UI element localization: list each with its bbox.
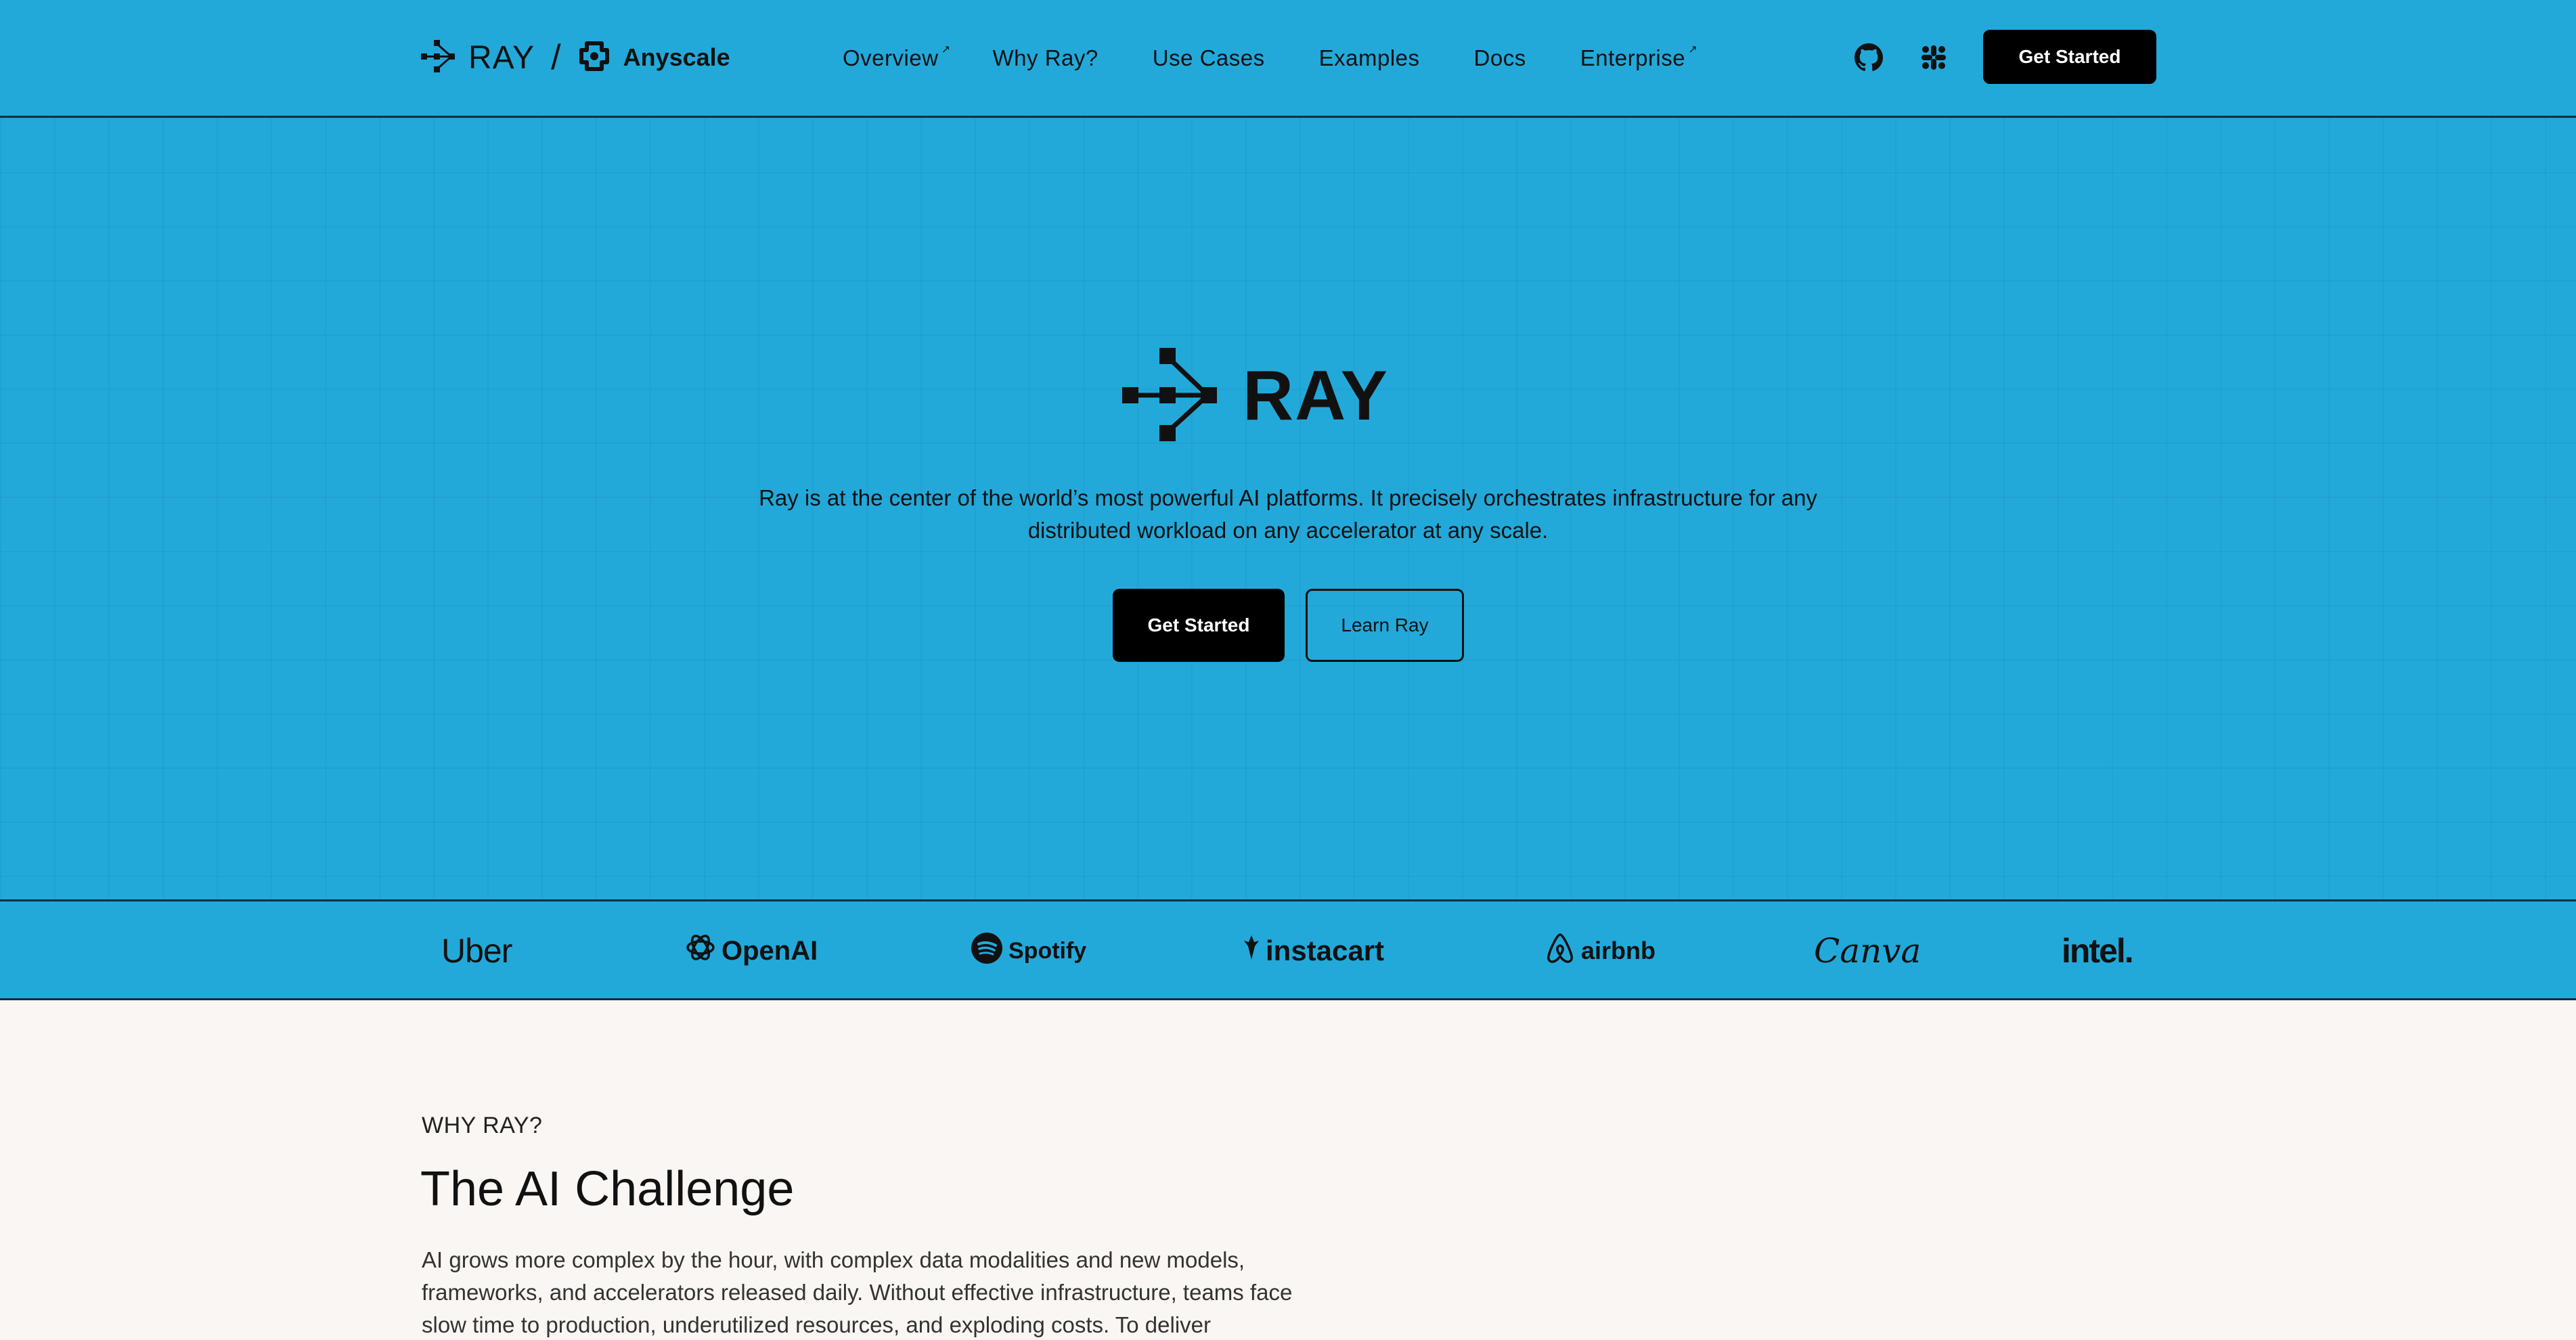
main-nav-links: Overview Why Ray? Use Cases Examples Doc… bbox=[843, 41, 1739, 76]
instacart-logo-text: instacart bbox=[1266, 935, 1385, 966]
nav-link-use-cases[interactable]: Use Cases bbox=[1153, 45, 1265, 71]
ray-logo-icon bbox=[1121, 345, 1220, 447]
spotify-logo-text: Spotify bbox=[1008, 937, 1087, 964]
hero-get-started-button[interactable]: Get Started bbox=[1113, 589, 1285, 662]
section-title: The AI Challenge bbox=[420, 1162, 795, 1216]
brand-lockup[interactable]: RAY / Anyscale bbox=[421, 35, 730, 80]
uber-logo-text: Uber bbox=[441, 932, 512, 970]
uber-logo: Uber bbox=[441, 901, 512, 1000]
anyscale-logo-icon bbox=[577, 39, 611, 76]
nav-link-examples[interactable]: Examples bbox=[1319, 45, 1420, 71]
openai-logo: OpenAI bbox=[685, 901, 818, 1000]
ray-logo-icon bbox=[421, 39, 456, 76]
hero-ray-logo: RAY bbox=[1121, 345, 1389, 447]
hero-learn-ray-button[interactable]: Learn Ray bbox=[1306, 589, 1464, 662]
nav-link-overview[interactable]: Overview bbox=[843, 43, 950, 71]
hero-ray-wordmark: RAY bbox=[1243, 356, 1390, 435]
airbnb-logo-text: airbnb bbox=[1581, 937, 1656, 964]
spotify-logo: Spotify bbox=[971, 901, 1086, 1000]
nav-link-docs[interactable]: Docs bbox=[1474, 45, 1526, 71]
intel-logo-text: intel. bbox=[2062, 932, 2134, 970]
brand-ray-text: RAY bbox=[468, 39, 535, 76]
nav-link-why-ray[interactable]: Why Ray? bbox=[993, 45, 1098, 71]
brand-anyscale-text: Anyscale bbox=[623, 43, 730, 71]
top-nav: RAY / Anyscale Overview Why Ray? Use Cas… bbox=[0, 0, 2576, 118]
openai-knot-icon bbox=[685, 932, 716, 970]
intel-logo: intel. bbox=[2062, 901, 2134, 1000]
nav-get-started-button[interactable]: Get Started bbox=[1983, 30, 2156, 84]
canva-logo: Canva bbox=[1814, 901, 1921, 1000]
section-eyebrow: WHY RAY? bbox=[422, 1113, 543, 1138]
hero-section: RAY Ray is at the center of the world’s … bbox=[0, 118, 2576, 901]
section-body: AI grows more complex by the hour, with … bbox=[422, 1247, 1293, 1337]
brand-separator: / bbox=[551, 38, 561, 77]
instacart-carrot-icon bbox=[1243, 934, 1260, 968]
slack-icon[interactable] bbox=[1918, 42, 1949, 73]
airbnb-belo-icon bbox=[1545, 932, 1576, 970]
nav-link-enterprise[interactable]: Enterprise bbox=[1580, 43, 1698, 71]
canva-logo-text: Canva bbox=[1814, 931, 1922, 970]
airbnb-logo: airbnb bbox=[1545, 901, 1656, 1000]
hero-description: Ray is at the center of the world’s most… bbox=[759, 485, 1817, 543]
github-icon[interactable] bbox=[1853, 42, 1884, 73]
customer-logo-strip: Uber OpenAI Spotify instacart airbnb Can… bbox=[0, 901, 2576, 1000]
instacart-logo: instacart bbox=[1243, 901, 1384, 1000]
spotify-circle-icon bbox=[971, 932, 1003, 970]
openai-logo-text: OpenAI bbox=[721, 935, 818, 966]
